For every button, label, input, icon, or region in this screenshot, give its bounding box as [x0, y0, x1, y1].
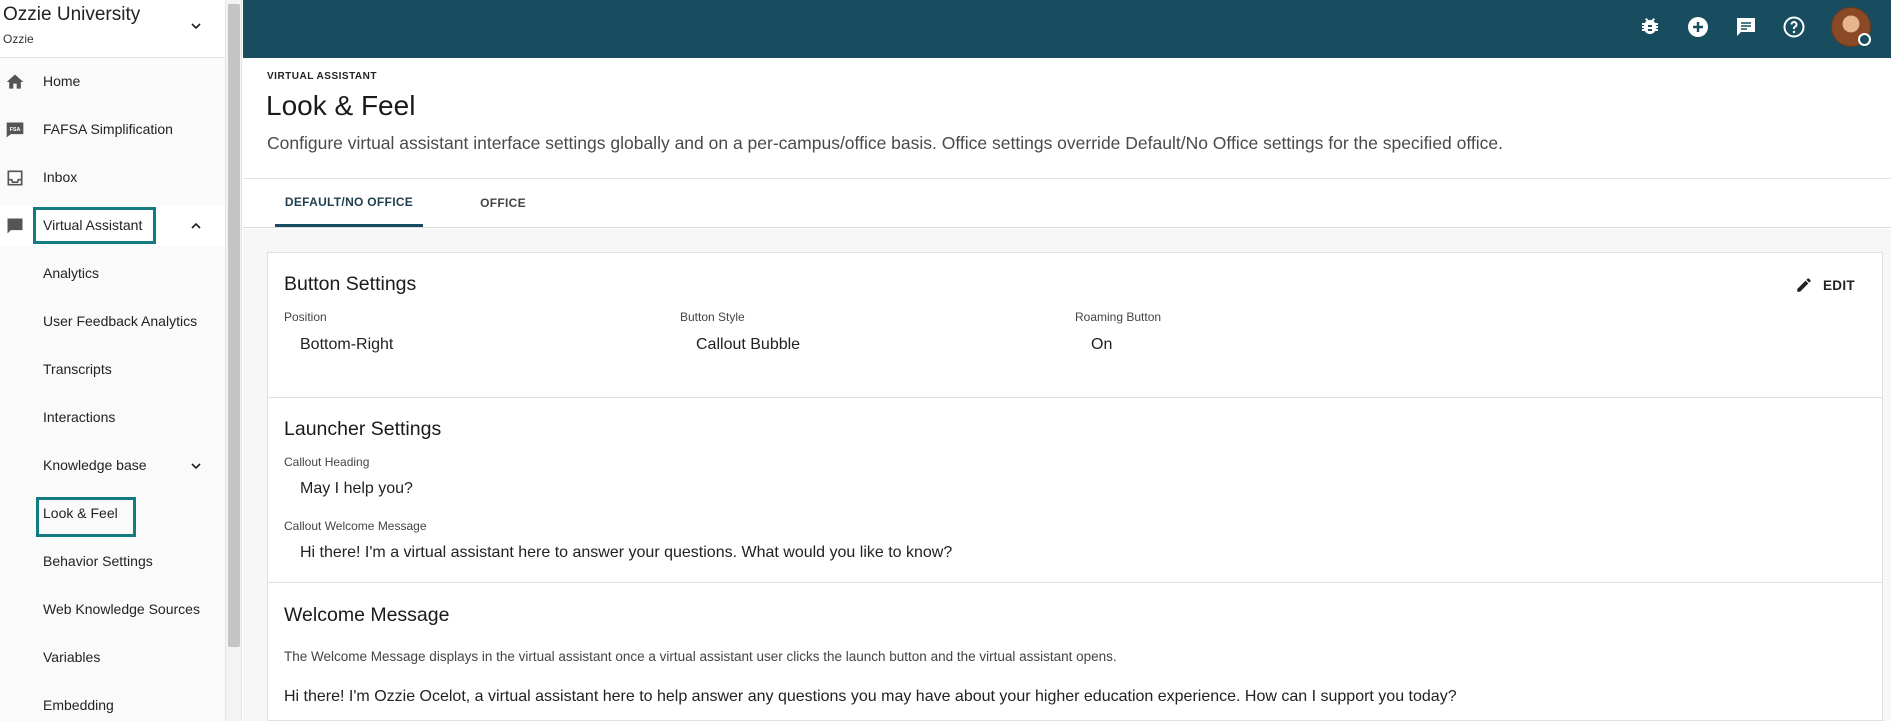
tab-bar: DEFAULT/NO OFFICE OFFICE: [243, 178, 1891, 228]
highlight-box: [36, 497, 136, 537]
tab-default-no-office[interactable]: DEFAULT/NO OFFICE: [275, 179, 423, 227]
chat-bubble-icon: [7, 218, 23, 234]
chevron-up-icon[interactable]: [188, 218, 204, 234]
sidebar-item-label: Web Knowledge Sources: [43, 601, 200, 617]
status-indicator: [1858, 33, 1871, 46]
sidebar-subitem-transcripts[interactable]: Transcripts: [0, 350, 225, 390]
position-value: Bottom-Right: [300, 336, 394, 353]
page-title: Look & Feel: [266, 90, 416, 121]
welcome-message-text: Hi there! I'm Ozzie Ocelot, a virtual as…: [284, 688, 1457, 705]
sidebar-item-label: Inbox: [43, 169, 78, 185]
sidebar-item-inbox[interactable]: Inbox: [0, 158, 225, 198]
button-style-label: Button Style: [680, 310, 745, 324]
welcome-message-description: The Welcome Message displays in the virt…: [284, 649, 1117, 664]
sidebar-item-label: Behavior Settings: [43, 553, 153, 569]
sidebar-subitem-embedding[interactable]: Embedding: [0, 686, 225, 721]
sidebar: Ozzie University Ozzie Home FSA FAFSA Si…: [0, 0, 226, 721]
sidebar-item-label: Embedding: [43, 697, 114, 713]
position-label: Position: [284, 310, 327, 324]
sidebar-subitem-behavior[interactable]: Behavior Settings: [0, 542, 225, 582]
sidebar-subitem-interactions[interactable]: Interactions: [0, 398, 225, 438]
sidebar-item-label: Interactions: [43, 409, 116, 425]
sidebar-subitem-analytics[interactable]: Analytics: [0, 254, 225, 294]
sidebar-item-label: Home: [43, 73, 81, 89]
sidebar-item-label: Variables: [43, 649, 101, 665]
chevron-down-icon[interactable]: [188, 458, 204, 474]
sidebar-subitem-knowledge-base[interactable]: Knowledge base: [0, 446, 225, 486]
highlight-box: [33, 207, 156, 244]
edit-button[interactable]: EDIT: [1795, 273, 1855, 297]
help-icon[interactable]: [1782, 15, 1806, 39]
svg-text:FSA: FSA: [10, 127, 21, 133]
sidebar-item-label: User Feedback Analytics: [43, 313, 198, 329]
sidebar-item-fafsa[interactable]: FSA FAFSA Simplification: [0, 110, 225, 150]
edit-label: EDIT: [1823, 277, 1855, 293]
sidebar-item-label: Knowledge base: [43, 457, 147, 473]
launcher-settings-title: Launcher Settings: [284, 418, 442, 440]
bug-icon[interactable]: [1638, 15, 1662, 39]
button-style-value: Callout Bubble: [696, 336, 801, 353]
inbox-icon: [7, 170, 23, 186]
sidebar-subitem-user-feedback[interactable]: User Feedback Analytics: [0, 302, 225, 342]
roaming-button-value: On: [1091, 336, 1113, 353]
add-circle-icon[interactable]: [1686, 15, 1710, 39]
divider: [267, 582, 1883, 583]
org-switcher[interactable]: Ozzie University Ozzie: [0, 0, 225, 58]
sidebar-item-label: FAFSA Simplification: [43, 121, 173, 137]
home-icon: [6, 74, 24, 89]
sidebar-item-home[interactable]: Home: [0, 62, 225, 102]
breadcrumb: VIRTUAL ASSISTANT: [267, 71, 377, 82]
sidebar-subitem-web-sources[interactable]: Web Knowledge Sources: [0, 590, 225, 630]
callout-heading-label: Callout Heading: [284, 455, 370, 469]
welcome-message-title: Welcome Message: [284, 604, 450, 626]
pencil-icon: [1797, 278, 1811, 292]
page-description: Configure virtual assistant interface se…: [267, 133, 1504, 153]
callout-welcome-label: Callout Welcome Message: [284, 519, 427, 533]
callout-welcome-value: Hi there! I'm a virtual assistant here t…: [300, 544, 953, 561]
sidebar-item-label: Analytics: [43, 265, 100, 281]
sidebar-subitem-variables[interactable]: Variables: [0, 638, 225, 678]
fsa-icon: FSA: [6, 122, 24, 138]
roaming-button-label: Roaming Button: [1075, 310, 1162, 324]
sidebar-item-label: Transcripts: [43, 361, 112, 377]
chevron-down-icon[interactable]: [188, 18, 204, 34]
divider: [267, 397, 1883, 398]
button-settings-title: Button Settings: [284, 273, 417, 295]
org-name: Ozzie University: [3, 4, 141, 25]
chat-icon[interactable]: [1734, 15, 1758, 39]
callout-heading-value: May I help you?: [300, 480, 413, 497]
sidebar-scroll-thumb[interactable]: [228, 4, 240, 647]
tab-office[interactable]: OFFICE: [449, 179, 557, 227]
org-subtitle: Ozzie: [3, 32, 34, 46]
